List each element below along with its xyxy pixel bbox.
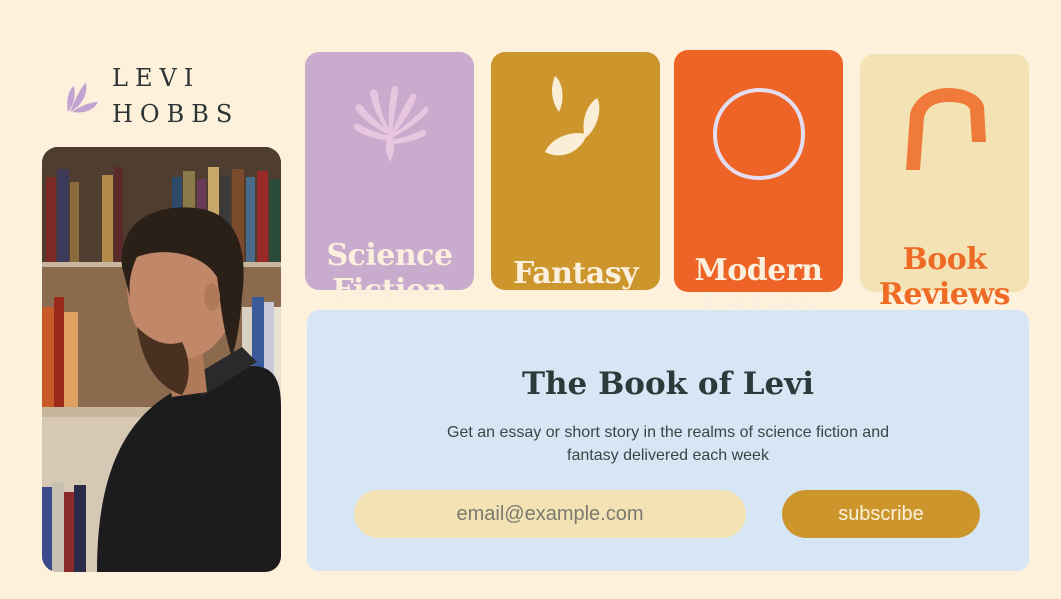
coral-icon <box>353 85 428 162</box>
category-label-line1: Science <box>326 238 453 273</box>
brand-first-name: LEVI <box>112 64 201 92</box>
category-card-book-reviews[interactable]: Book Reviews <box>860 54 1029 312</box>
category-label-line2: Fiction <box>332 273 447 308</box>
category-card-science-fiction[interactable]: Science Fiction <box>305 52 474 308</box>
brand-logo[interactable]: LEVI HOBBS <box>64 60 264 130</box>
email-field[interactable] <box>354 490 746 538</box>
author-photo <box>42 147 281 572</box>
newsletter-title: The Book of Levi <box>521 366 815 402</box>
category-label-line1: Modern <box>694 253 823 288</box>
newsletter-description: Get an essay or short story in the realm… <box>447 424 889 464</box>
leaves-icon <box>544 76 599 156</box>
circle-icon <box>712 88 805 181</box>
category-label-line1: Book <box>902 242 987 277</box>
leaf-sprig-icon <box>67 82 98 113</box>
arch-icon <box>905 88 986 170</box>
brand-last-name: HOBBS <box>112 100 240 128</box>
category-label-line2: Reviews <box>878 277 1011 312</box>
category-card-modern-fiction[interactable]: Modern Fiction <box>674 50 843 323</box>
subscribe-button[interactable]: subscribe <box>782 490 980 538</box>
category-card-fantasy[interactable]: Fantasy <box>491 52 660 291</box>
category-label-line1: Fantasy <box>512 256 639 291</box>
newsletter-panel: The Book of Levi Get an essay or short s… <box>307 310 1029 571</box>
